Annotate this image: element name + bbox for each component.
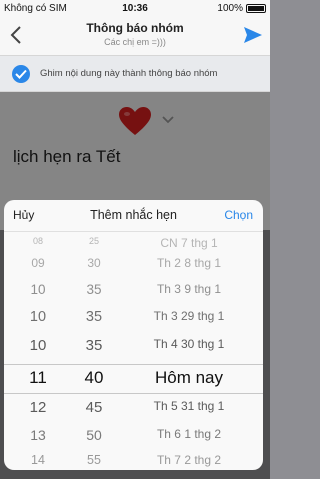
minute-option[interactable]: 25: [74, 236, 114, 246]
datetime-picker[interactable]: 08 09 10 10 10 11 12 13 14 25 30 35 35 3…: [4, 234, 263, 470]
hour-option[interactable]: 10: [18, 309, 58, 325]
minute-option-selected[interactable]: 40: [74, 368, 114, 388]
hour-wheel[interactable]: 08 09 10 10 10 11 12 13 14: [18, 234, 58, 470]
navigation-bar: Thông báo nhóm Các chị em =))): [0, 16, 270, 56]
hour-option-selected[interactable]: 11: [18, 368, 58, 388]
hour-option[interactable]: 12: [18, 399, 58, 416]
battery-icon: [246, 4, 266, 13]
minute-option[interactable]: 30: [74, 256, 114, 270]
send-icon: [244, 27, 262, 43]
choose-button[interactable]: Chọn: [224, 208, 253, 222]
date-option[interactable]: Th 7 2 thg 2: [124, 453, 254, 467]
minute-option[interactable]: 35: [74, 309, 114, 325]
hour-option[interactable]: 08: [18, 236, 58, 246]
pin-label: Ghim nội dung này thành thông báo nhóm: [40, 68, 218, 79]
minute-option[interactable]: 45: [74, 399, 114, 416]
date-option[interactable]: Th 3 29 thg 1: [124, 309, 254, 323]
date-option-selected[interactable]: Hôm nay: [124, 368, 254, 388]
date-option[interactable]: CN 7 thg 1: [124, 236, 254, 250]
hour-option[interactable]: 13: [18, 427, 58, 443]
date-wheel[interactable]: CN 7 thg 1 Th 2 8 thg 1 Th 3 9 thg 1 Th …: [124, 234, 254, 470]
checkmark-icon: [15, 69, 27, 79]
battery-percent: 100%: [217, 3, 243, 14]
sheet-header: Hủy Thêm nhắc hẹn Chọn: [4, 200, 263, 232]
minute-option[interactable]: 55: [74, 453, 114, 467]
page-title: Thông báo nhóm: [86, 21, 184, 35]
date-option[interactable]: Th 4 30 thg 1: [124, 337, 254, 351]
pin-option[interactable]: Ghim nội dung này thành thông báo nhóm: [0, 56, 270, 92]
minute-option[interactable]: 50: [74, 427, 114, 443]
hour-option[interactable]: 10: [18, 282, 58, 297]
minute-option[interactable]: 35: [74, 282, 114, 297]
minute-option[interactable]: 35: [74, 337, 114, 354]
reminder-picker-sheet: Hủy Thêm nhắc hẹn Chọn 08 09 10 10 10 11…: [4, 200, 263, 470]
status-bar: Không có SIM 10:36 100%: [0, 0, 270, 16]
date-option[interactable]: Th 2 8 thg 1: [124, 256, 254, 270]
hour-option[interactable]: 09: [18, 256, 58, 270]
send-button[interactable]: [242, 25, 264, 45]
date-option[interactable]: Th 5 31 thg 1: [124, 399, 254, 413]
page-subtitle: Các chị em =))): [104, 37, 166, 47]
hour-option[interactable]: 10: [18, 337, 58, 354]
date-option[interactable]: Th 3 9 thg 1: [124, 282, 254, 296]
minute-wheel[interactable]: 25 30 35 35 35 40 45 50 55: [74, 234, 114, 470]
date-option[interactable]: Th 6 1 thg 2: [124, 427, 254, 441]
hour-option[interactable]: 14: [18, 453, 58, 467]
battery-status: 100%: [217, 3, 266, 14]
pin-checkbox[interactable]: [12, 65, 30, 83]
